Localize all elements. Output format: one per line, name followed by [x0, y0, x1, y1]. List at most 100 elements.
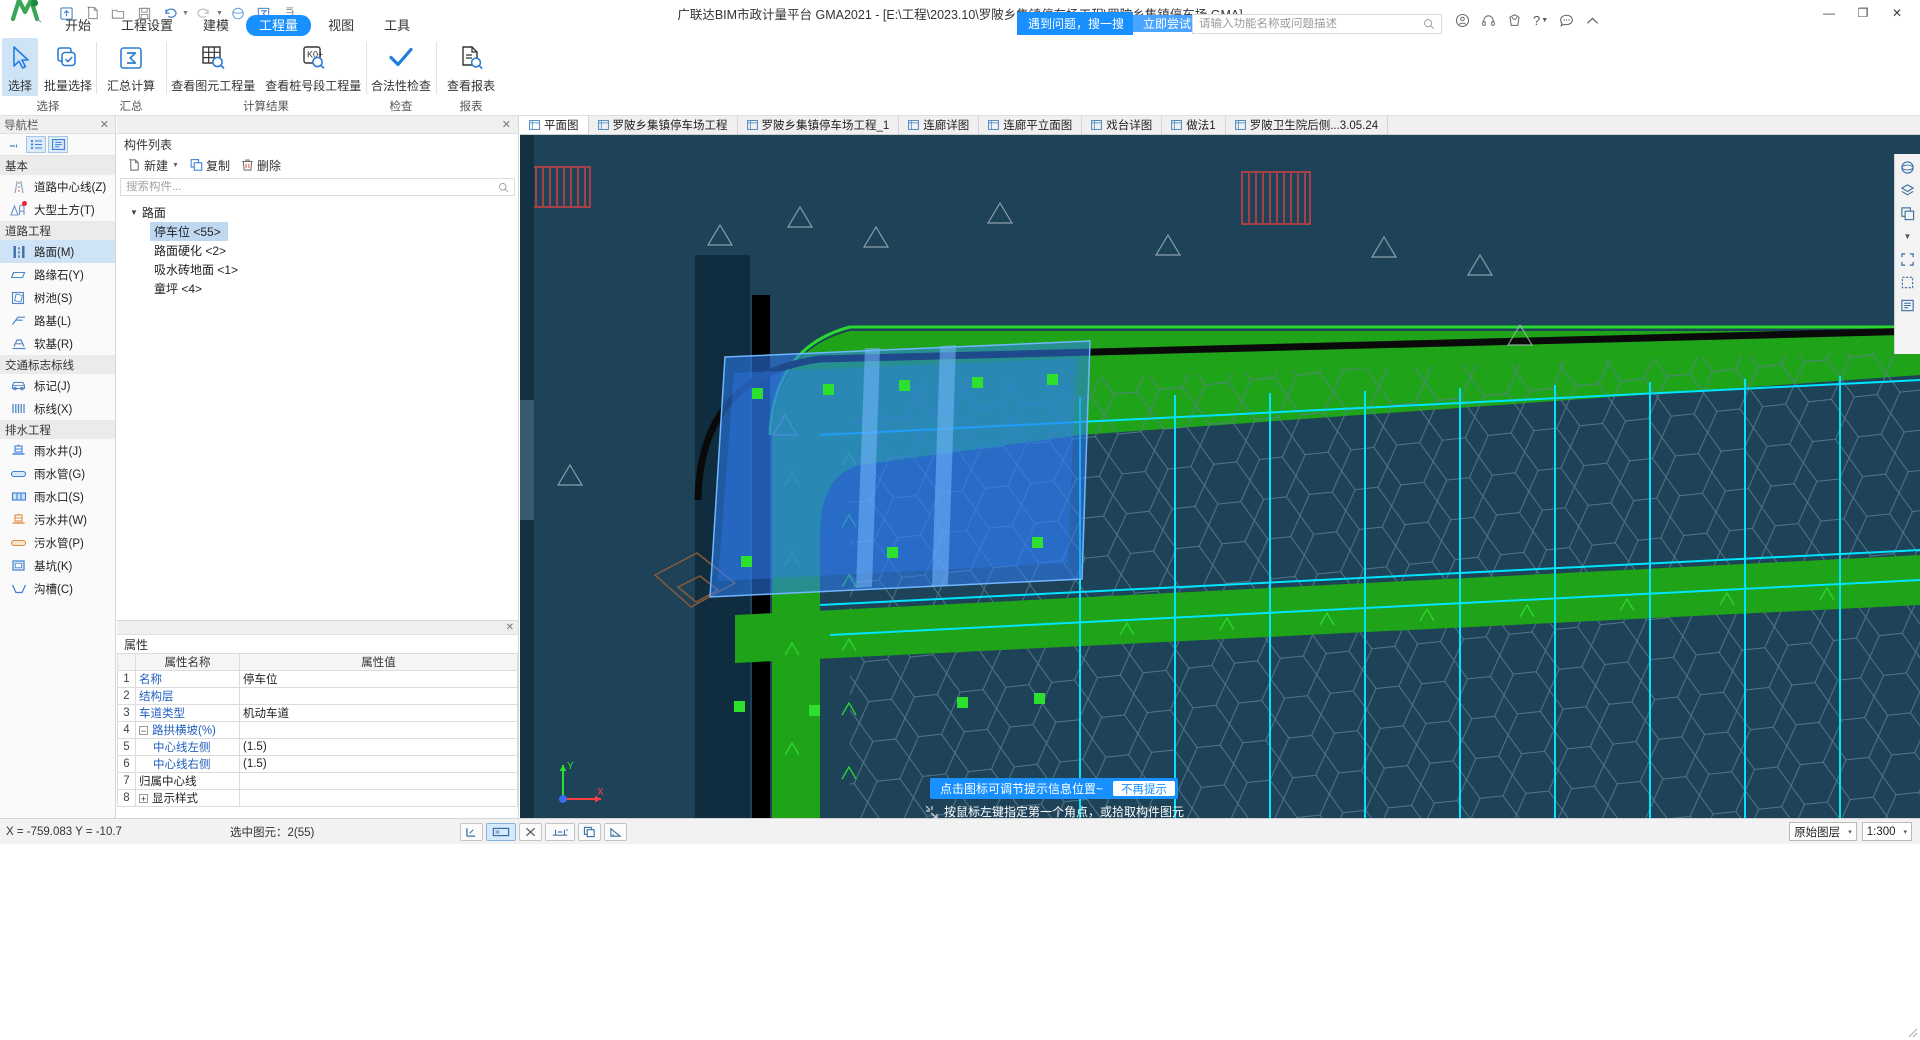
menu-item-quantity[interactable]: 工程量: [246, 14, 312, 36]
menu-item-project-settings[interactable]: 工程设置: [108, 15, 186, 36]
row-name[interactable]: 车道类型: [135, 704, 240, 722]
sidebar-item-tree-pit[interactable]: 树池(S): [0, 286, 115, 309]
tab-parking-project[interactable]: 罗陂乡集镇停车场工程: [588, 116, 738, 134]
menu-item-modeling[interactable]: 建模: [190, 15, 242, 36]
list-item[interactable]: 停车位 <55>: [117, 222, 518, 241]
sidebar-item-road-centerline[interactable]: 道路中心线(Z): [0, 175, 115, 198]
tab-corridor-elevation[interactable]: 连廊平立面图: [979, 116, 1083, 134]
expand-toggle-icon[interactable]: +: [139, 794, 148, 804]
more-view-icon[interactable]: ▼: [1897, 227, 1918, 246]
sidebar-item-subgrade[interactable]: 路基(L): [0, 309, 115, 332]
row-value[interactable]: (1.5): [239, 755, 518, 773]
menu-item-start[interactable]: 开始: [52, 15, 104, 36]
table-row[interactable]: 2 结构层: [117, 687, 518, 705]
copy-component-button[interactable]: 复制: [186, 156, 234, 175]
close-icon[interactable]: ✕: [506, 622, 514, 633]
viewport-scrollbar[interactable]: [520, 135, 534, 818]
row-value[interactable]: [239, 721, 518, 739]
row-value[interactable]: [239, 687, 518, 705]
selection-mode-icon[interactable]: [486, 822, 516, 841]
clear-selection-icon[interactable]: [519, 822, 542, 841]
orthogonal-icon[interactable]: [460, 822, 483, 841]
detail-view-icon[interactable]: [48, 136, 68, 153]
row-value[interactable]: 机动车道: [239, 704, 518, 722]
list-item[interactable]: 路面硬化 <2>: [117, 241, 518, 260]
resize-grip-icon[interactable]: [1906, 1026, 1918, 1038]
promo-banner[interactable]: 遇到问题，搜一搜 立即尝试: [1017, 12, 1214, 35]
help-icon[interactable]: ? ▼: [1533, 13, 1548, 28]
close-icon[interactable]: ✕: [499, 118, 514, 131]
tab-parking-project-1[interactable]: 罗陂乡集镇停车场工程_1: [737, 116, 900, 134]
delete-component-button[interactable]: 删除: [237, 156, 285, 175]
sidebar-item-rain-pipe[interactable]: 雨水管(G): [0, 462, 115, 485]
row-name[interactable]: 归属中心线: [135, 772, 240, 790]
tab-method-1[interactable]: 做法1: [1162, 116, 1226, 134]
row-name[interactable]: − 路拱横坡(%): [135, 721, 240, 739]
row-name[interactable]: 结构层: [135, 687, 240, 705]
row-value[interactable]: 停车位: [239, 670, 518, 688]
component-search[interactable]: [120, 178, 515, 196]
table-row[interactable]: 3 车道类型 机动车道: [117, 704, 518, 722]
sidebar-item-rain-inlet[interactable]: 雨水口(S): [0, 485, 115, 508]
row-value[interactable]: (1.5): [239, 738, 518, 756]
zoom-window-icon[interactable]: [1897, 273, 1918, 292]
chevron-down-icon[interactable]: ▼: [172, 162, 179, 169]
copy-view-icon[interactable]: [1897, 204, 1918, 223]
snap-icon[interactable]: [545, 822, 575, 841]
user-account-icon[interactable]: [1455, 13, 1470, 28]
list-item[interactable]: 吸水砖地面 <1>: [117, 260, 518, 279]
tab-clinic-rear[interactable]: 罗陂卫生院后侧...3.05.24: [1225, 116, 1389, 134]
orbit-icon[interactable]: [1897, 158, 1918, 177]
search-input[interactable]: [1199, 18, 1423, 30]
dismiss-hint-button[interactable]: 不再提示: [1113, 781, 1176, 796]
headset-support-icon[interactable]: [1481, 13, 1496, 28]
table-row[interactable]: 5 中心线左侧 (1.5): [117, 738, 518, 756]
canvas-hint-bubble[interactable]: 点击图标可调节提示信息位置~ 不再提示: [930, 778, 1179, 799]
table-row[interactable]: 4 − 路拱横坡(%): [117, 721, 518, 739]
legend-icon[interactable]: [1897, 296, 1918, 315]
table-row[interactable]: 7 归属中心线: [117, 772, 518, 790]
promo-try-button[interactable]: 立即尝试: [1133, 15, 1202, 32]
sidebar-item-sewer-manhole[interactable]: 污水井(W): [0, 508, 115, 531]
sidebar-item-earthwork[interactable]: 大型土方(T): [0, 198, 115, 221]
global-search[interactable]: [1192, 14, 1442, 34]
collapse-ribbon-icon[interactable]: [1585, 15, 1600, 27]
list-view-icon[interactable]: [26, 136, 46, 153]
view-report-button[interactable]: 查看报表: [441, 38, 501, 96]
measure-icon[interactable]: [604, 822, 627, 841]
sidebar-item-road-marking[interactable]: 标线(X): [0, 397, 115, 420]
viewport-scroll-thumb[interactable]: [520, 400, 534, 520]
gift-icon[interactable]: [1507, 13, 1522, 28]
table-row[interactable]: 1 名称 停车位: [117, 670, 518, 688]
row-name[interactable]: + 显示样式: [135, 789, 240, 807]
search-icon[interactable]: [1423, 18, 1435, 30]
select-tool-button[interactable]: 选择: [2, 38, 38, 96]
collapse-all-icon[interactable]: [4, 136, 24, 153]
summary-calc-button[interactable]: 汇总计算: [101, 38, 161, 96]
tab-corridor-detail[interactable]: 连廊详图: [899, 116, 980, 134]
sidebar-item-curbstone[interactable]: 路缘石(Y): [0, 263, 115, 286]
tree-group-pavement[interactable]: ▼ 路面: [117, 202, 518, 222]
sidebar-item-soft-foundation[interactable]: 软基(R): [0, 332, 115, 355]
sidebar-item-sewer-pipe[interactable]: 污水管(P): [0, 531, 115, 554]
view-station-quantity-button[interactable]: K0+ 查看桩号段工程量: [262, 38, 364, 96]
collapse-toggle-icon[interactable]: −: [139, 726, 148, 736]
new-component-button[interactable]: 新建 ▼: [124, 156, 183, 175]
tab-stage-detail[interactable]: 戏台详图: [1082, 116, 1163, 134]
menu-item-tools[interactable]: 工具: [371, 15, 423, 36]
batch-select-button[interactable]: 批量选择: [42, 38, 94, 96]
table-row[interactable]: 8 + 显示样式: [117, 789, 518, 807]
chevron-down-icon[interactable]: ▼: [130, 208, 138, 217]
row-name[interactable]: 名称: [135, 670, 240, 688]
chevron-down-icon[interactable]: ▾: [1848, 828, 1852, 836]
sidebar-item-rain-manhole[interactable]: 雨水井(J): [0, 439, 115, 462]
chevron-down-icon[interactable]: ▾: [1903, 828, 1907, 836]
layer-select[interactable]: 原始图层 ▾: [1789, 822, 1857, 841]
table-row[interactable]: 6 中心线右侧 (1.5): [117, 755, 518, 773]
search-icon[interactable]: [498, 182, 509, 193]
sidebar-item-foundation-pit[interactable]: 基坑(K): [0, 554, 115, 577]
close-icon[interactable]: ✕: [98, 118, 111, 131]
drawing-viewport[interactable]: Y X 点击图标可调节提示信息位置~ 不再提示 按鼠标左键指定第一个角点，或拾取…: [520, 135, 1920, 818]
view-element-quantity-button[interactable]: 查看图元工程量: [168, 38, 258, 96]
validity-check-button[interactable]: 合法性检查: [368, 38, 434, 96]
